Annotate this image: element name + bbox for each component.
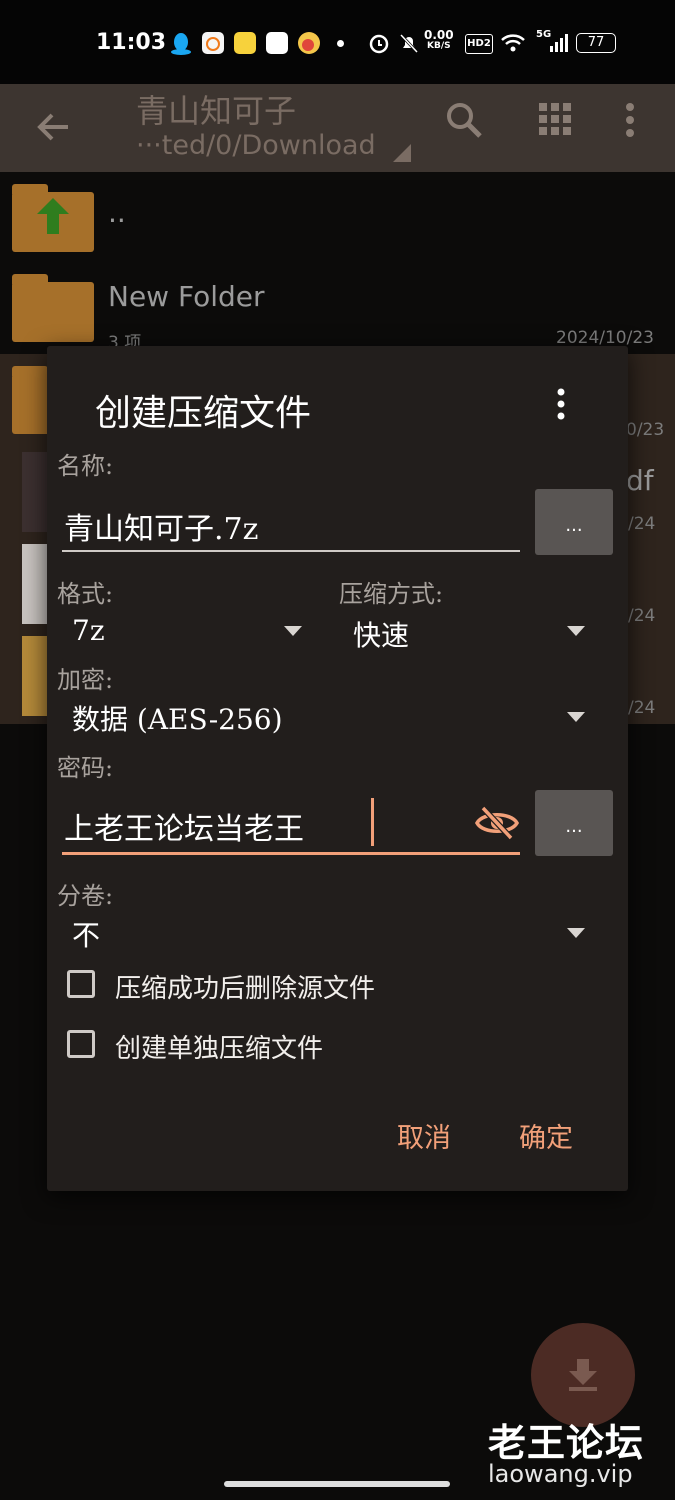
file-date: /24 bbox=[628, 514, 656, 534]
signal-icon bbox=[548, 32, 570, 54]
format-dropdown-icon[interactable] bbox=[284, 626, 302, 636]
password-label: 密码: bbox=[57, 754, 114, 782]
battery-icon: 77 bbox=[576, 33, 616, 53]
status-bar: 11:03 0.00 KB/S HD2 5G 77 bbox=[0, 0, 675, 84]
list-item[interactable]: New Folder 3 项 2024/10/23 bbox=[0, 262, 675, 354]
visibility-off-icon[interactable] bbox=[475, 805, 519, 844]
alarm-icon bbox=[368, 32, 390, 54]
wifi-icon bbox=[500, 32, 526, 54]
back-arrow-icon[interactable] bbox=[34, 108, 72, 150]
split-label: 分卷: bbox=[57, 882, 114, 910]
watermark-url: laowang.vip bbox=[488, 1460, 633, 1488]
app-icon bbox=[202, 32, 224, 54]
status-time: 11:03 bbox=[96, 30, 167, 55]
delete-source-label[interactable]: 压缩成功后删除源文件 bbox=[115, 968, 375, 1005]
list-item[interactable]: .. bbox=[0, 172, 675, 262]
archive-thumbnail bbox=[22, 636, 48, 716]
file-name: New Folder bbox=[108, 280, 265, 313]
encryption-dropdown-icon[interactable] bbox=[567, 712, 585, 722]
cancel-button[interactable]: 取消 bbox=[397, 1116, 451, 1155]
thumbnail bbox=[22, 544, 48, 624]
folder-up-icon bbox=[12, 184, 94, 252]
text-cursor bbox=[371, 798, 374, 846]
hd-badge: HD2 bbox=[465, 34, 493, 54]
name-label: 名称: bbox=[57, 452, 114, 480]
format-select[interactable]: 7z bbox=[72, 614, 105, 647]
encryption-label: 加密: bbox=[57, 666, 114, 694]
thumbnail bbox=[22, 452, 48, 532]
file-date: /24 bbox=[628, 698, 656, 718]
delete-source-checkbox[interactable] bbox=[67, 970, 95, 998]
notification-dot-icon bbox=[337, 40, 344, 47]
name-browse-button[interactable]: ... bbox=[535, 489, 613, 555]
file-date: /24 bbox=[628, 606, 656, 626]
file-date: 0/23 bbox=[626, 420, 665, 440]
net-speed: 0.00 KB/S bbox=[424, 28, 454, 52]
app-icon bbox=[266, 32, 288, 54]
gesture-bar[interactable] bbox=[224, 1481, 450, 1487]
net-speed-value: 0.00 bbox=[424, 28, 454, 42]
more-vert-icon[interactable] bbox=[555, 388, 567, 424]
split-select[interactable]: 不 bbox=[72, 914, 100, 954]
separate-archives-label[interactable]: 创建单独压缩文件 bbox=[115, 1028, 323, 1065]
encryption-select[interactable]: 数据 (AES-256) bbox=[72, 698, 283, 738]
create-archive-dialog: 创建压缩文件 名称: 青山知可子.7z ... 格式: 压缩方式: 7z 快速 … bbox=[47, 346, 628, 1191]
password-input[interactable]: 上老王论坛当老王 bbox=[64, 804, 304, 848]
format-label: 格式: bbox=[57, 580, 114, 608]
mute-bell-icon bbox=[398, 32, 420, 54]
split-dropdown-icon[interactable] bbox=[567, 928, 585, 938]
net-speed-unit: KB/S bbox=[427, 41, 451, 51]
toolbar-path[interactable]: ···ted/0/Download bbox=[136, 130, 376, 161]
toolbar-title: 青山知可子 bbox=[136, 92, 297, 130]
path-dropdown-icon[interactable] bbox=[393, 144, 411, 162]
download-icon bbox=[567, 1357, 599, 1395]
weibo-icon bbox=[298, 32, 320, 54]
more-vert-icon[interactable] bbox=[624, 102, 636, 142]
name-input[interactable]: 青山知可子.7z bbox=[64, 504, 258, 548]
file-date: 2024/10/23 bbox=[556, 328, 654, 348]
watermark-title: 老王论坛 bbox=[488, 1421, 645, 1465]
dialog-title: 创建压缩文件 bbox=[95, 393, 312, 434]
method-label: 压缩方式: bbox=[339, 580, 444, 608]
name-input-underline bbox=[62, 550, 520, 552]
qq-icon bbox=[170, 32, 192, 55]
file-name: .. bbox=[108, 196, 126, 229]
app-icon bbox=[234, 32, 256, 54]
app-toolbar: 青山知可子 ···ted/0/Download bbox=[0, 84, 675, 172]
method-dropdown-icon[interactable] bbox=[567, 626, 585, 636]
file-name: df bbox=[626, 464, 654, 497]
method-select[interactable]: 快速 bbox=[353, 614, 409, 654]
grid-view-icon[interactable] bbox=[538, 102, 572, 140]
password-options-button[interactable]: ... bbox=[535, 790, 613, 856]
ok-button[interactable]: 确定 bbox=[519, 1116, 573, 1155]
folder-icon bbox=[12, 274, 94, 342]
search-icon[interactable] bbox=[444, 100, 484, 144]
separate-archives-checkbox[interactable] bbox=[67, 1030, 95, 1058]
password-input-underline bbox=[62, 852, 520, 855]
